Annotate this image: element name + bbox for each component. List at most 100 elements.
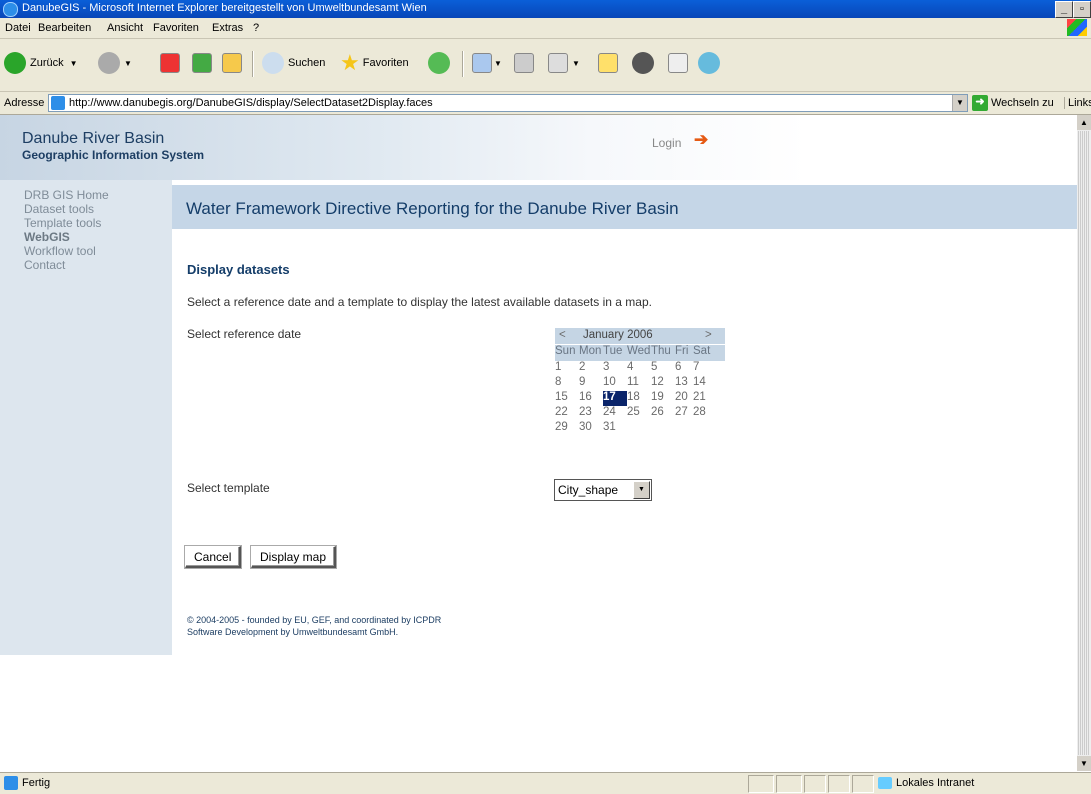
print-button[interactable] [514,48,534,78]
folder-button[interactable] [598,48,618,78]
status-pane [828,775,850,793]
calendar-week: 8 9 10 11 12 13 14 [555,376,725,391]
history-icon [428,52,450,74]
calendar-day[interactable]: 12 [651,376,675,391]
calendar-day[interactable]: 9 [579,376,603,391]
scroll-down-button[interactable]: ▼ [1077,756,1091,771]
address-input[interactable]: http://www.danubegis.org/DanubeGIS/displ… [48,94,968,112]
minimize-button[interactable]: _ [1055,1,1073,18]
refresh-button[interactable] [192,48,212,78]
nav-contact[interactable]: Contact [24,259,65,271]
calendar-day[interactable]: 14 [693,376,717,391]
template-label: Select template [187,481,270,495]
calendar-day[interactable]: 6 [675,361,693,376]
window-title-bar[interactable]: DanubeGIS - Microsoft Internet Explorer … [0,0,1091,18]
calendar-day[interactable]: 31 [603,421,627,436]
calendar-day[interactable]: 21 [693,391,717,406]
calendar-day[interactable]: 17 [603,391,627,406]
history-button[interactable] [428,48,450,78]
status-pane [748,775,774,793]
stop-button[interactable] [160,48,180,78]
messenger-button[interactable] [632,48,654,78]
menu-help[interactable]: ? [253,22,259,34]
toolbar-separator [252,51,254,77]
calendar-day[interactable]: 30 [579,421,603,436]
calendar-day[interactable]: 4 [627,361,651,376]
calendar-day[interactable]: 28 [693,406,717,421]
security-zone: Lokales Intranet [878,777,974,789]
calendar-day[interactable]: 26 [651,406,675,421]
calendar-day[interactable]: 15 [555,391,579,406]
research-button[interactable] [668,48,688,78]
calendar-day[interactable]: 7 [693,361,717,376]
calendar-day[interactable]: 24 [603,406,627,421]
calendar-day[interactable]: 19 [651,391,675,406]
menu-favoriten[interactable]: Favoriten [153,22,199,34]
calendar-day[interactable]: 25 [627,406,651,421]
menu-extras[interactable]: Extras [212,22,243,34]
toolbar-separator [462,51,464,77]
calendar-day [627,421,651,436]
home-button[interactable] [222,48,242,78]
calendar-prev-button[interactable]: < [559,329,566,341]
search-button[interactable]: Suchen [262,48,325,78]
calendar-next-button[interactable]: > [705,329,712,341]
scroll-thumb[interactable] [1078,131,1090,755]
favorites-button[interactable]: ★ Favoriten [340,48,409,78]
status-bar: Fertig Lokales Intranet [0,772,1091,794]
nav-dataset-tools[interactable]: Dataset tools [24,203,94,215]
display-map-button[interactable]: Display map [251,546,337,568]
calendar-day[interactable]: 1 [555,361,579,376]
calendar-day[interactable]: 13 [675,376,693,391]
calendar-week: 29 30 31 [555,421,725,436]
calendar-day[interactable]: 8 [555,376,579,391]
page-status-icon [4,776,18,790]
research-icon [668,53,688,73]
calendar-day[interactable]: 10 [603,376,627,391]
calendar-day[interactable]: 18 [627,391,651,406]
login-link[interactable]: Login [652,136,681,150]
calendar-day[interactable]: 16 [579,391,603,406]
go-button[interactable]: ➜ Wechseln zu [972,95,1054,111]
address-url: http://www.danubegis.org/DanubeGIS/displ… [69,97,433,109]
chevron-down-icon[interactable]: ▼ [633,481,650,499]
vertical-scrollbar[interactable]: ▲ ▼ [1077,115,1091,771]
folder-icon [598,53,618,73]
intro-text: Select a reference date and a template t… [187,295,652,309]
calendar-day[interactable]: 11 [627,376,651,391]
nav-drb-gis-home[interactable]: DRB GIS Home [24,189,109,201]
nav-workflow-tool[interactable]: Workflow tool [24,245,96,257]
menu-datei[interactable]: Datei [5,22,31,34]
calendar-day[interactable]: 3 [603,361,627,376]
back-button[interactable]: Zurück ▼ [4,48,78,78]
template-select[interactable]: City_shape ▼ [554,479,652,501]
maximize-button[interactable]: ▫ [1073,1,1091,18]
address-label: Adresse [4,97,45,109]
calendar-day[interactable]: 27 [675,406,693,421]
page-viewport: Danube River Basin Geographic Informatio… [0,115,1077,771]
address-dropdown-button[interactable]: ▼ [952,95,967,111]
nav-template-tools[interactable]: Template tools [24,217,101,229]
calendar-day[interactable]: 22 [555,406,579,421]
scroll-up-button[interactable]: ▲ [1077,115,1091,130]
calendar-day[interactable]: 23 [579,406,603,421]
login-icon[interactable]: ➔ [694,130,708,150]
mail-button[interactable]: ▼ [472,48,502,78]
edit-button[interactable]: ▼ [548,48,580,78]
go-label: Wechseln zu [991,97,1054,109]
calendar-day [675,421,693,436]
calendar-day[interactable]: 20 [675,391,693,406]
menu-ansicht[interactable]: Ansicht [107,22,143,34]
calendar-day[interactable]: 5 [651,361,675,376]
forward-button[interactable]: ▼ [98,48,132,78]
cancel-button[interactable]: Cancel [185,546,242,568]
menu-bar: Datei Bearbeiten Ansicht Favoriten Extra… [0,18,1091,39]
nav-webgis[interactable]: WebGIS [24,231,70,243]
calendar-day[interactable]: 2 [579,361,603,376]
menu-bearbeiten[interactable]: Bearbeiten [38,22,91,34]
links-button[interactable]: Links [1064,97,1091,109]
calendar-day[interactable]: 29 [555,421,579,436]
messenger-icon [632,52,654,74]
contacts-button[interactable] [698,48,720,78]
calendar-header: < January 2006 > [555,328,725,344]
